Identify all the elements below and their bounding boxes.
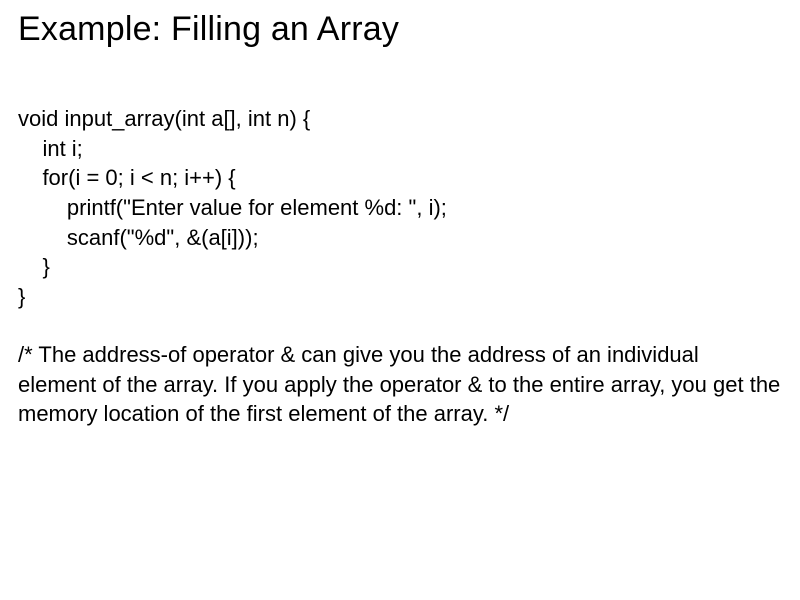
- code-line: for(i = 0; i < n; i++) {: [18, 165, 236, 190]
- code-line: printf("Enter value for element %d: ", i…: [18, 195, 447, 220]
- slide-title: Example: Filling an Array: [18, 10, 782, 49]
- comment-block: /* The address-of operator & can give yo…: [18, 340, 782, 429]
- slide: Example: Filling an Array void input_arr…: [0, 0, 800, 600]
- code-line: int i;: [18, 136, 83, 161]
- code-line: scanf("%d", &(a[i]));: [18, 225, 259, 250]
- code-block: void input_array(int a[], int n) { int i…: [18, 104, 782, 312]
- code-line: }: [18, 254, 50, 279]
- code-line: }: [18, 284, 25, 309]
- code-line: void input_array(int a[], int n) {: [18, 106, 310, 131]
